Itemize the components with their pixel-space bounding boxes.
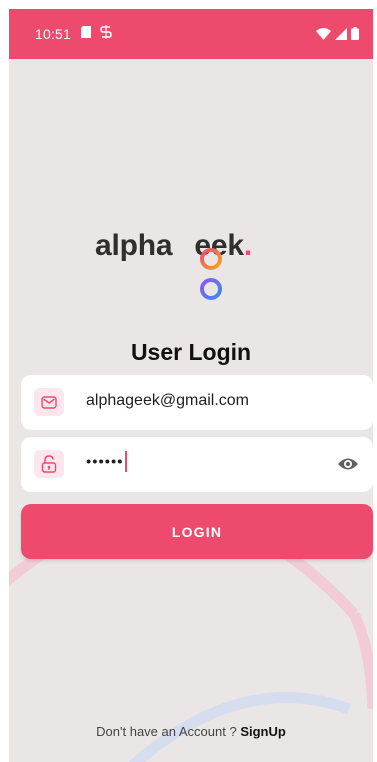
status-left-icons	[81, 25, 112, 39]
signup-link[interactable]: SignUp	[240, 724, 286, 739]
email-field[interactable]: alphageek@gmail.com	[21, 375, 373, 430]
wifi-icon	[316, 27, 331, 40]
password-dots: ••••••	[86, 453, 124, 471]
lock-icon	[41, 455, 57, 473]
login-button[interactable]: LOGIN	[21, 504, 373, 559]
page-title: User Login	[130, 339, 252, 365]
eye-icon[interactable]	[337, 455, 359, 473]
status-right-icons	[316, 27, 359, 40]
status-bar: 10:51	[9, 9, 373, 59]
battery-icon	[351, 27, 359, 40]
text-caret	[124, 451, 127, 472]
notification-s-icon	[100, 25, 112, 39]
signup-prompt-text: Don't have an Account ?	[96, 724, 241, 739]
mail-icon-box	[34, 388, 64, 416]
logo-wordmark: alpha eek.	[95, 229, 252, 262]
mail-icon	[41, 395, 57, 409]
password-field[interactable]: ••••••	[21, 437, 373, 492]
email-value[interactable]: alphageek@gmail.com	[86, 392, 249, 410]
sd-card-icon	[81, 26, 91, 38]
alphageek-logo: alpha eek.	[95, 229, 305, 319]
status-time: 10:51	[35, 26, 72, 42]
app-screen: 10:51 alpha eek. User Login alphageek@gm…	[9, 9, 373, 762]
signup-prompt: Don't have an Account ? SignUp	[9, 724, 373, 739]
cellular-signal-icon	[335, 27, 347, 40]
logo-g-infinity-icon	[200, 248, 222, 300]
lock-icon-box	[34, 450, 64, 478]
password-value[interactable]: ••••••	[86, 451, 127, 473]
